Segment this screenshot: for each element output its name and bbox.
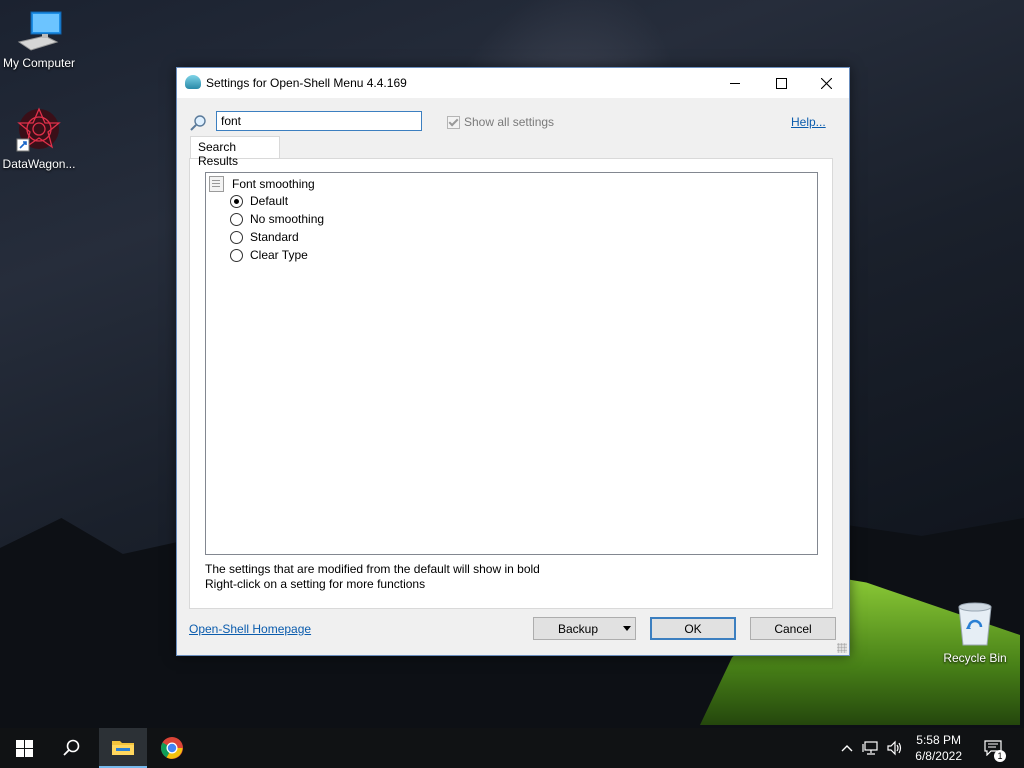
option-standard[interactable]: Standard	[230, 230, 299, 244]
search-taskbar-button[interactable]	[48, 728, 96, 768]
close-button[interactable]	[803, 68, 849, 98]
volume-tray-button[interactable]	[884, 728, 906, 768]
resize-grip[interactable]	[837, 643, 847, 653]
setting-page-icon	[209, 176, 224, 192]
option-default[interactable]: Default	[230, 194, 288, 208]
close-icon	[820, 77, 832, 89]
ok-button[interactable]: OK	[650, 617, 736, 640]
dropdown-arrow-icon	[623, 626, 631, 631]
file-explorer-taskbar-button[interactable]	[99, 728, 147, 768]
option-no-smoothing[interactable]: No smoothing	[230, 212, 324, 226]
tab-search-results[interactable]: Search Results	[190, 136, 280, 168]
desktop-icon-label: My Computer	[2, 56, 76, 70]
action-center-button[interactable]: 1	[980, 728, 1006, 768]
open-shell-icon	[185, 75, 201, 89]
notification-count-badge: 1	[994, 750, 1006, 762]
desktop-icon-my-computer[interactable]: My Computer	[0, 10, 81, 70]
radio-icon	[230, 230, 243, 244]
option-label: Default	[250, 194, 289, 208]
search-results-panel: Font smoothing Default No smoothing Stan…	[189, 158, 833, 609]
backup-button-label: Backup	[558, 621, 599, 636]
recycle-bin-icon	[955, 601, 995, 647]
computer-icon	[15, 10, 63, 52]
open-shell-homepage-link[interactable]: Open-Shell Homepage	[189, 622, 311, 636]
radio-selected-icon	[230, 194, 243, 208]
search-icon	[63, 739, 80, 756]
taskbar: 5:58 PM 6/8/2022 1	[0, 728, 1024, 768]
show-hidden-icons-button[interactable]	[838, 728, 856, 768]
option-label: No smoothing	[250, 212, 325, 226]
clock-date: 6/8/2022	[915, 749, 962, 763]
show-all-settings-label: Show all settings	[464, 115, 555, 129]
chrome-icon	[161, 737, 183, 759]
setting-font-smoothing[interactable]: Font smoothing	[209, 176, 315, 192]
desktop-icon-label: DataWagon...	[2, 157, 76, 171]
window-title: Settings for Open-Shell Menu 4.4.169	[206, 76, 407, 90]
show-all-settings-checkbox[interactable]: Show all settings	[447, 115, 554, 129]
setting-label: Font smoothing	[232, 177, 315, 191]
taskbar-clock[interactable]: 5:58 PM 6/8/2022	[915, 732, 962, 764]
desktop-icon-label: Recycle Bin	[943, 651, 1007, 665]
network-icon	[862, 741, 878, 755]
help-link[interactable]: Help...	[791, 115, 826, 129]
title-bar[interactable]: Settings for Open-Shell Menu 4.4.169	[177, 68, 849, 98]
speaker-icon	[887, 740, 902, 756]
backup-button[interactable]: Backup	[533, 617, 636, 640]
search-input[interactable]	[216, 111, 422, 131]
cancel-button[interactable]: Cancel	[750, 617, 836, 640]
windows-logo-icon	[15, 739, 33, 757]
maximize-button[interactable]	[758, 68, 804, 98]
radio-icon	[230, 212, 243, 226]
network-tray-button[interactable]	[860, 728, 882, 768]
note-right-click: Right-click on a setting for more functi…	[205, 577, 426, 591]
radio-icon	[230, 248, 243, 262]
option-label: Standard	[250, 230, 299, 244]
option-label: Clear Type	[250, 248, 308, 262]
desktop-icon-recycle-bin[interactable]: Recycle Bin	[933, 601, 1017, 665]
folder-icon	[112, 741, 134, 755]
clock-time: 5:58 PM	[916, 733, 961, 747]
search-icon	[189, 114, 207, 132]
maximize-icon	[775, 77, 787, 89]
desktop-icon-datawagon[interactable]: DataWagon...	[0, 107, 81, 171]
datawagon-icon	[15, 107, 63, 153]
minimize-button[interactable]	[712, 68, 758, 98]
option-clear-type[interactable]: Clear Type	[230, 248, 308, 262]
settings-tree[interactable]: Font smoothing Default No smoothing Stan…	[205, 172, 818, 555]
settings-window: Settings for Open-Shell Menu 4.4.169 Sho…	[176, 67, 850, 656]
chrome-taskbar-button[interactable]	[148, 728, 196, 768]
chevron-up-icon	[841, 745, 853, 752]
note-bold-settings: The settings that are modified from the …	[205, 562, 540, 576]
checkbox-checked-icon	[447, 115, 460, 129]
minimize-icon	[730, 82, 740, 84]
start-button[interactable]	[0, 728, 48, 768]
